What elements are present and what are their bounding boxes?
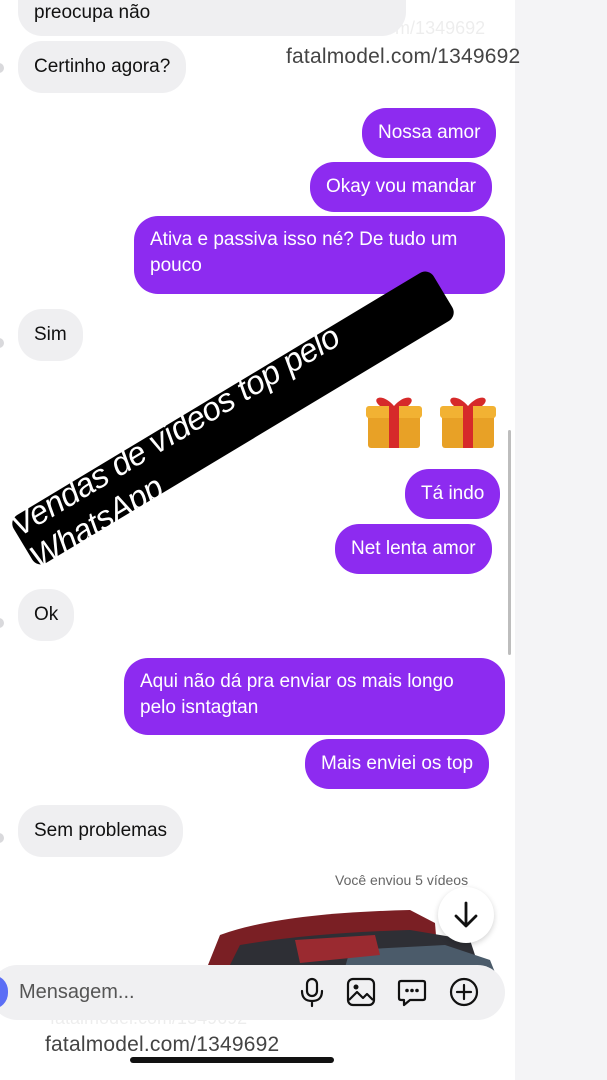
message-outgoing[interactable]: Tá indo (405, 469, 501, 519)
sticker-chat-icon[interactable] (396, 976, 428, 1008)
arrow-down-icon (454, 901, 478, 928)
plus-circle-icon[interactable] (448, 976, 480, 1008)
gift-emoji-icon (440, 397, 496, 448)
message-outgoing[interactable]: Net lenta amor (335, 524, 492, 574)
background-strip (515, 0, 607, 1080)
message-text: Ativa e passiva isso né? De tudo um pouc… (150, 229, 458, 276)
message-text: preocupa não (34, 2, 151, 23)
message-outgoing[interactable]: Okay vou mandar (310, 162, 492, 212)
scrollbar[interactable] (508, 430, 511, 655)
message-outgoing[interactable]: Ativa e passiva isso né? De tudo um pouc… (134, 216, 505, 294)
message-incoming[interactable]: Sim (18, 309, 83, 361)
message-text: Nossa amor (378, 122, 481, 143)
avatar-stub (0, 833, 4, 843)
home-indicator (130, 1057, 334, 1063)
message-outgoing[interactable]: Aqui não dá pra enviar os mais longo pel… (124, 658, 505, 735)
sent-status: Você enviou 5 vídeos (335, 872, 469, 888)
message-text: Okay vou mandar (326, 176, 476, 197)
message-outgoing[interactable]: Mais enviei os top (305, 739, 490, 789)
avatar-stub (0, 338, 4, 348)
message-text: Tá indo (421, 483, 485, 504)
message-text: Aqui não dá pra enviar os mais longo pel… (140, 671, 454, 718)
message-incoming[interactable]: Ok (18, 589, 75, 641)
message-incoming[interactable]: preocupa não (18, 0, 406, 36)
avatar-stub (0, 63, 4, 73)
watermark-text: fatalmodel.com/1349692 (45, 1033, 280, 1056)
message-incoming[interactable]: Sem problemas (18, 805, 184, 857)
gift-emoji-icon (366, 397, 422, 448)
message-input[interactable]: Mensagem... (19, 981, 135, 1004)
message-text: Sim (34, 324, 67, 345)
watermark-text: fatalmodel.com/1349692 (286, 45, 521, 68)
image-icon[interactable] (345, 976, 377, 1008)
message-outgoing[interactable]: Nossa amor (362, 108, 497, 158)
message-text: Ok (34, 604, 59, 625)
scroll-down-button[interactable] (438, 887, 494, 943)
microphone-icon[interactable] (296, 976, 328, 1008)
message-text: Sem problemas (34, 820, 168, 841)
message-text: Net lenta amor (351, 538, 476, 559)
message-text: Mais enviei os top (321, 753, 474, 774)
message-incoming[interactable]: Certinho agora? (18, 41, 187, 93)
avatar-stub (0, 618, 4, 628)
message-text: Certinho agora? (34, 56, 171, 77)
